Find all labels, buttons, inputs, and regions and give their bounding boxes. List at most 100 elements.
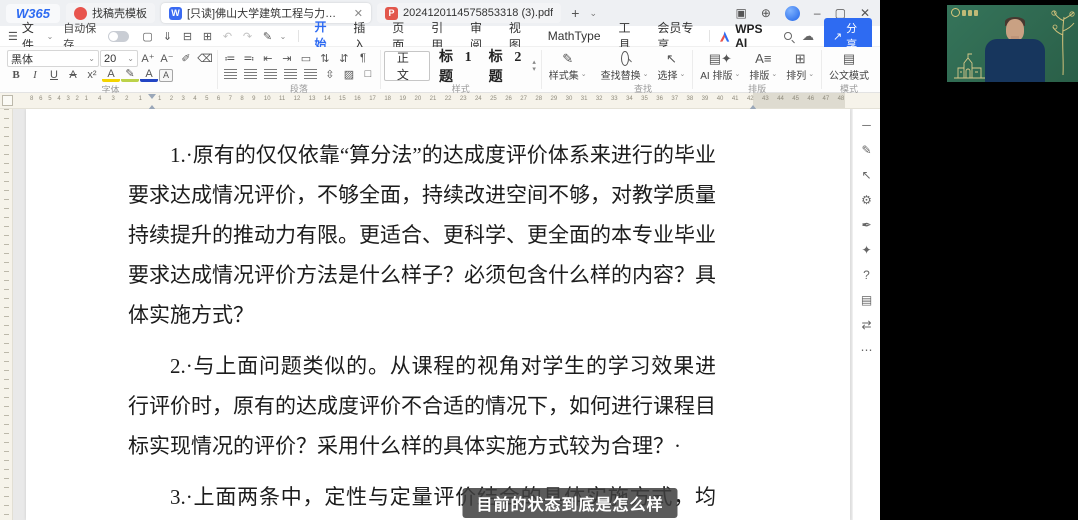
text-effects-icon[interactable]: ✐ <box>177 51 195 67</box>
italic-button[interactable]: I <box>26 67 44 83</box>
logo-text-mark <box>968 10 972 16</box>
cloud-synced-icon[interactable]: ☁ <box>802 29 814 43</box>
paragraph-group: ≔≕⇤⇥▭⇅⇵¶ ⇳▨□ 段落 <box>218 47 380 92</box>
ruler-tick: 4 <box>98 96 101 102</box>
style-normal-button[interactable]: 正文 <box>384 51 430 81</box>
ruler-tick: 25 <box>490 96 497 102</box>
style-gallery-scroll[interactable]: ▴▾ <box>530 59 538 73</box>
card-icon[interactable]: ▤ <box>858 292 876 307</box>
distribute-button[interactable] <box>304 69 317 79</box>
select-tool-icon[interactable]: ↖ <box>858 167 876 182</box>
font-color-button[interactable]: A <box>140 68 158 82</box>
find-replace-button[interactable]: 查找替换⌄ <box>597 50 653 83</box>
sort-icon[interactable]: ⇵ <box>335 50 353 66</box>
ruler-tick: 43 <box>762 96 769 102</box>
align-right-button[interactable] <box>264 69 277 79</box>
doc-paragraph[interactable]: 1.·原有的仅仅依靠“算分法”的达成度评价体系来进行的毕业要求达成情况评价，不够… <box>128 135 716 335</box>
search-icon[interactable] <box>784 32 792 40</box>
font-name-value: 黑体 <box>11 51 33 67</box>
border-icon[interactable]: □ <box>359 66 377 82</box>
skin-icon[interactable]: ⊕ <box>761 6 771 20</box>
select-button[interactable]: ↖ 选择⌄ <box>653 50 689 83</box>
print-preview-icon[interactable]: ⊞ <box>199 28 217 44</box>
adjust-icon[interactable]: ⚙ <box>858 192 876 207</box>
pen-color-button[interactable]: ✎ <box>121 68 139 82</box>
undo-icon[interactable]: ↶ <box>219 28 237 44</box>
layout-button[interactable]: A≡ 排版⌄ <box>745 50 781 83</box>
justify-button[interactable] <box>284 69 297 79</box>
strikethrough-button[interactable]: A <box>64 67 82 83</box>
collapse-icon[interactable]: ─ <box>858 117 876 132</box>
font-size-select[interactable]: 20⌄ <box>100 50 138 67</box>
clear-format-icon[interactable]: ⌫ <box>196 51 214 67</box>
gov-mode-label: 公文模式 <box>829 67 869 82</box>
speaker-video-feed[interactable] <box>947 5 1078 82</box>
bold-button[interactable]: B <box>7 67 25 83</box>
grow-font-icon[interactable]: A⁺ <box>139 51 157 67</box>
superscript-button[interactable]: x² <box>83 67 101 83</box>
bullet-list-icon[interactable]: ≔ <box>221 50 239 66</box>
ruler-tick: 30 <box>566 96 573 102</box>
edit-mode-icon[interactable]: ✎ <box>858 142 876 157</box>
paragraph-layout-icon[interactable]: ⇳ <box>321 66 339 82</box>
char-scale-icon[interactable]: ▭ <box>297 50 315 66</box>
line-spacing-icon[interactable]: ⇅ <box>316 50 334 66</box>
autosave-switch-icon[interactable] <box>108 31 128 42</box>
caret-icon: ⌄ <box>771 70 777 78</box>
style-set-button[interactable]: ✎ 样式集⌄ <box>545 50 591 82</box>
find-replace-icon <box>621 51 629 66</box>
decrease-indent-icon[interactable]: ⇤ <box>259 50 277 66</box>
vertical-ruler[interactable] <box>0 109 13 520</box>
document-text[interactable]: 1.·原有的仅仅依靠“算分法”的达成度评价体系来进行的毕业要求达成情况评价，不够… <box>26 109 738 520</box>
typeset-group: ▤✦ AI 排版⌄ A≡ 排版⌄ ⊞ 排列⌄ 排版 <box>693 47 821 92</box>
ruler-tick: 9 <box>252 96 255 102</box>
redo-icon[interactable]: ↷ <box>239 28 257 44</box>
show-marks-icon[interactable]: ¶ <box>354 50 372 66</box>
style-heading1-button[interactable]: 标题1 <box>431 46 480 86</box>
user-avatar[interactable] <box>785 6 800 21</box>
save-icon[interactable]: ▢ <box>139 28 157 44</box>
ruler-tick: 5 <box>205 96 208 102</box>
increase-indent-icon[interactable]: ⇥ <box>278 50 296 66</box>
print-icon[interactable]: ⊟ <box>179 28 197 44</box>
gov-mode-button[interactable]: ▤ 公文模式 <box>825 50 873 82</box>
doc-paragraph[interactable]: 2.·与上面问题类似的。从课程的视角对学生的学习效果进行评价时，原有的达成度评价… <box>128 346 716 466</box>
ai-layout-icon: ▤✦ <box>709 51 732 66</box>
help-icon[interactable]: ? <box>858 267 876 282</box>
shrink-font-icon[interactable]: A⁻ <box>158 51 176 67</box>
style-heading2-button[interactable]: 标题2 <box>481 46 530 86</box>
wps-ai-button[interactable]: WPS AI <box>720 22 774 50</box>
document-page[interactable]: 1.·原有的仅仅依靠“算分法”的达成度评价体系来进行的毕业要求达成情况评价，不够… <box>26 109 850 520</box>
scroll-up-icon[interactable]: ▴ <box>532 59 536 66</box>
ruler-tick: 33 <box>611 96 618 102</box>
menu-MathType[interactable]: MathType <box>548 27 601 45</box>
font-name-select[interactable]: 黑体 ⌄ <box>7 50 99 67</box>
spacer-label <box>545 82 591 93</box>
sign-icon[interactable]: ✒ <box>858 217 876 232</box>
shading-icon[interactable]: ▨ <box>340 66 358 82</box>
more-icon[interactable]: ⋯ <box>858 342 876 357</box>
export-pdf-icon[interactable]: ⇓ <box>159 28 177 44</box>
caret-icon: ⌄ <box>88 54 95 63</box>
format-painter-icon[interactable]: ✎ <box>259 28 277 44</box>
numbered-list-icon[interactable]: ≕ <box>240 50 258 66</box>
arrange-button[interactable]: ⊞ 排列⌄ <box>782 50 818 83</box>
ai-assistant-icon[interactable]: ✦ <box>858 242 876 257</box>
ruler-numbers-left: 8654321 <box>30 96 88 102</box>
highlight-button[interactable]: A <box>102 68 120 82</box>
underline-button[interactable]: U <box>45 67 63 83</box>
translate-icon[interactable]: ⇄ <box>858 317 876 332</box>
char-border-button[interactable]: A <box>159 69 173 82</box>
ruler-tick: 48 <box>838 96 845 102</box>
painter-caret-icon[interactable]: ⌄ <box>279 28 288 44</box>
ai-layout-button[interactable]: ▤✦ AI 排版⌄ <box>696 50 744 83</box>
tab-stop-selector[interactable] <box>2 95 13 106</box>
side-mode-icon[interactable]: ▣ <box>736 6 747 20</box>
align-center-button[interactable] <box>244 69 257 79</box>
ruler-tick: 8 <box>240 96 243 102</box>
scroll-down-icon[interactable]: ▾ <box>532 66 536 73</box>
horizontal-ruler[interactable]: 8654321 4321 123456789101112131415161718… <box>0 93 880 109</box>
ruler-tick: 26 <box>505 96 512 102</box>
align-left-button[interactable] <box>224 69 237 79</box>
ai-layout-label: AI 排版 <box>700 67 732 82</box>
